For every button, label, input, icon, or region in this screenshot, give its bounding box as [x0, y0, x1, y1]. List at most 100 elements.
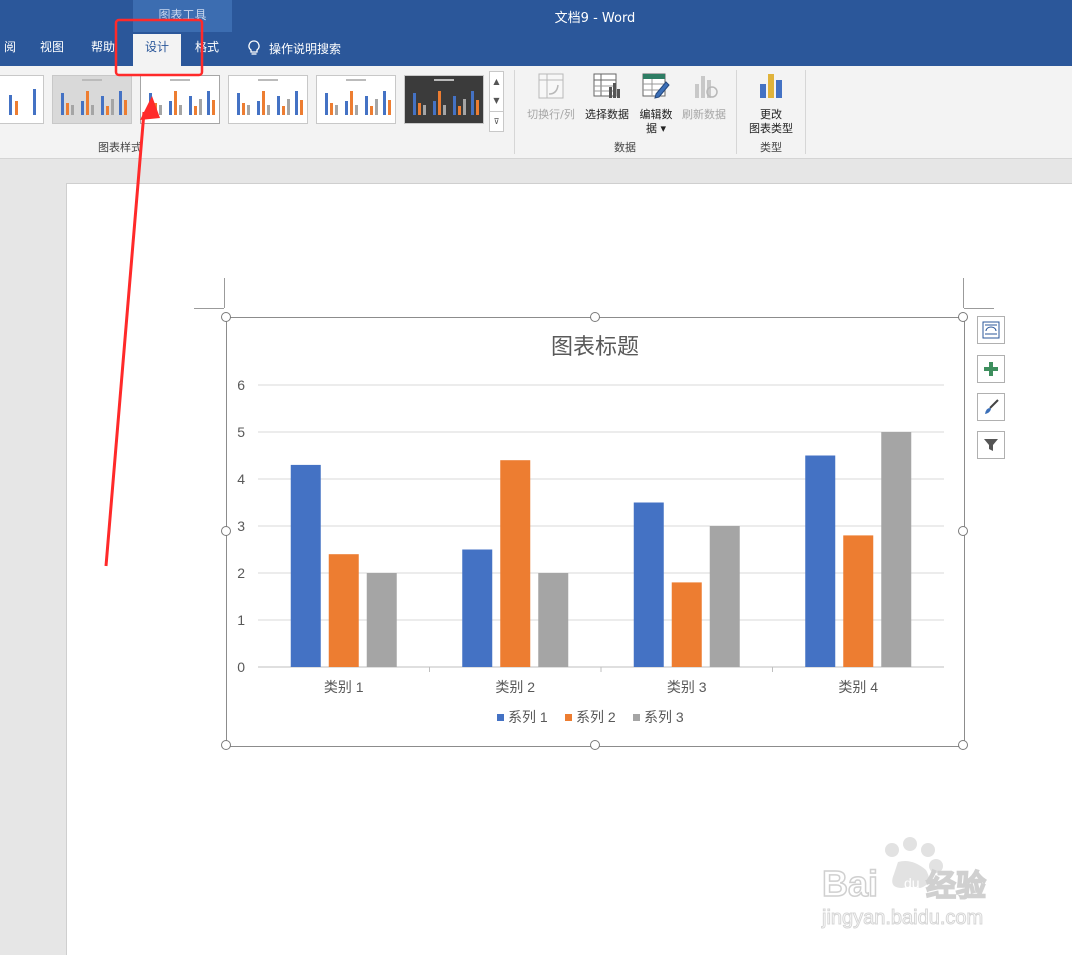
tab-design[interactable]: 设计 [133, 34, 181, 66]
layout-options-button[interactable] [977, 316, 1005, 344]
change-chart-type-label-line2: 图表类型 [749, 122, 793, 135]
chart-style-thumb-3[interactable] [228, 75, 308, 124]
bar [843, 535, 874, 667]
chart-elements-button[interactable] [977, 355, 1005, 383]
chart-styles-button[interactable] [977, 393, 1005, 421]
y-tick-label: 6 [237, 377, 245, 393]
legend-swatch [497, 714, 504, 721]
switch-row-column-label: 切换行/列 [527, 108, 575, 121]
chart-filters-button[interactable] [977, 431, 1005, 459]
refresh-data-button[interactable]: 刷新数据 [677, 70, 731, 122]
crop-mark [194, 308, 224, 309]
type-group-label: 类型 [760, 141, 782, 154]
resize-handle-top-left[interactable] [221, 312, 231, 322]
bar [881, 432, 912, 667]
legend-label: 系列 1 [508, 709, 548, 725]
svg-text:du: du [904, 875, 920, 891]
bar [709, 526, 740, 667]
baidu-jingyan-watermark: Bai 经验 du jingyan.baidu.com [821, 837, 987, 930]
select-data-label: 选择数据 [585, 108, 629, 121]
chart-layout-icon [982, 321, 1000, 339]
y-tick-label: 2 [237, 565, 245, 581]
resize-handle-left[interactable] [221, 526, 231, 536]
switch-row-column-button[interactable]: 切换行/列 [522, 70, 580, 122]
refresh-data-label: 刷新数据 [682, 108, 726, 121]
tell-me-label: 操作说明搜索 [269, 41, 342, 56]
gallery-up-icon[interactable]: ▲ [490, 72, 503, 91]
resize-handle-bottom[interactable] [590, 740, 600, 750]
bar [462, 549, 493, 667]
y-tick-label: 1 [237, 612, 245, 628]
chart-tools-label: 图表工具 [158, 8, 207, 22]
tab-review[interactable]: 阅 [0, 32, 20, 64]
tab-view[interactable]: 视图 [30, 32, 74, 64]
bar [328, 554, 359, 667]
y-tick-label: 4 [237, 471, 245, 487]
chart-styles-group-label: 图表样式 [98, 141, 142, 154]
bar [805, 455, 836, 667]
switch-row-column-icon [538, 73, 564, 99]
tell-me-search[interactable]: 操作说明搜索 [247, 32, 341, 64]
y-tick-label: 3 [237, 518, 245, 534]
bar [671, 582, 702, 667]
ribbon: ▲ ▼ ⊽ 图表样式 切换行/列 选择数据 编辑数 据 ▾ 刷新数据 数据 更改… [0, 66, 1072, 159]
legend-label: 系列 3 [644, 709, 684, 725]
y-tick-label: 0 [237, 659, 245, 675]
bar [538, 573, 569, 667]
bar [633, 502, 664, 667]
svg-text:jingyan.baidu.com: jingyan.baidu.com [821, 907, 983, 929]
select-data-icon [593, 73, 620, 98]
resize-handle-bottom-right[interactable] [958, 740, 968, 750]
legend-swatch [565, 714, 572, 721]
x-tick-label: 类别 3 [667, 679, 707, 695]
group-separator [736, 70, 737, 154]
group-separator [805, 70, 806, 154]
x-tick-label: 类别 4 [838, 679, 878, 695]
edit-data-label-line2: 据 ▾ [645, 122, 667, 135]
tab-format[interactable]: 格式 [185, 32, 229, 64]
window-title: 文档9 - Word [554, 11, 636, 26]
crop-mark [964, 308, 994, 309]
edit-data-label-line1: 编辑数 [639, 108, 673, 121]
refresh-data-icon [695, 76, 718, 98]
resize-handle-top-right[interactable] [958, 312, 968, 322]
change-chart-type-button[interactable]: 更改 图表类型 [742, 70, 800, 136]
brush-icon [985, 399, 999, 414]
edit-data-button[interactable]: 编辑数 据 ▾ [635, 70, 677, 136]
chart-style-thumb-1[interactable] [52, 75, 132, 124]
gallery-down-icon[interactable]: ▼ [490, 91, 503, 110]
bar [366, 573, 397, 667]
svg-text:Bai: Bai [822, 863, 878, 904]
y-tick-label: 5 [237, 424, 245, 440]
select-data-button[interactable]: 选择数据 [581, 70, 633, 122]
legend-swatch [633, 714, 640, 721]
bar [500, 460, 531, 667]
data-group-label: 数据 [614, 141, 636, 154]
lightbulb-icon [248, 40, 260, 55]
crop-mark [963, 278, 964, 308]
change-chart-type-label-line1: 更改 [760, 108, 782, 121]
chart-style-thumb-2[interactable] [140, 75, 220, 124]
plus-icon [984, 362, 998, 376]
bar [290, 464, 321, 667]
clustered-column-chart[interactable]: 图表标题 0 1 2 3 4 5 6 类别 1 类别 2 类别 3 类别 4 系列 1 系列 2 系列 3 [227, 318, 964, 746]
resize-handle-top[interactable] [590, 312, 600, 322]
resize-handle-right[interactable] [958, 526, 968, 536]
resize-handle-bottom-left[interactable] [221, 740, 231, 750]
chart-style-thumb-4[interactable] [316, 75, 396, 124]
chart-style-thumb-0[interactable] [0, 75, 44, 124]
document-background [0, 159, 66, 954]
chart-object[interactable]: 图表标题 0 1 2 3 4 5 6 类别 1 类别 2 类别 3 类别 4 系列 1 系列 2 系列 3 [226, 317, 965, 747]
gallery-more-icon[interactable]: ⊽ [490, 111, 503, 131]
chart-style-thumb-5[interactable] [404, 75, 484, 124]
chart-title: 图表标题 [551, 334, 639, 359]
edit-data-icon [642, 73, 670, 99]
crop-mark [224, 278, 225, 308]
svg-text:经验: 经验 [926, 869, 986, 903]
gallery-scroll[interactable]: ▲ ▼ ⊽ [489, 71, 504, 132]
x-tick-label: 类别 1 [324, 679, 364, 695]
ribbon-tab-row: 阅 视图 帮助 设计 格式 操作说明搜索 [0, 32, 1072, 66]
tab-help[interactable]: 帮助 [80, 32, 126, 64]
filter-icon [984, 439, 998, 451]
group-separator [514, 70, 515, 154]
